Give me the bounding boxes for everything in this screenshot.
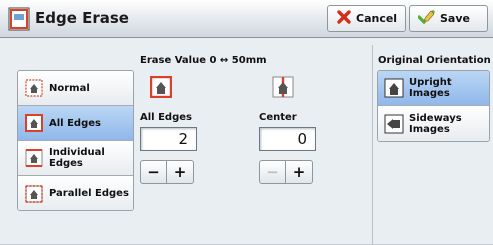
center-value-field[interactable]: 0 — [259, 127, 316, 151]
menu-item-label: Individual Edges — [49, 147, 105, 169]
all-edges-value-field[interactable]: 2 — [140, 127, 197, 151]
all-edges-stepper: − + — [140, 160, 195, 184]
orientation-upright-label: Upright Images — [409, 77, 452, 99]
orientation-options: Upright Images Sideways Images — [377, 70, 490, 142]
doc-frame-icon — [25, 79, 43, 97]
center-erase-icon — [272, 76, 294, 98]
all-edges-decrement-button[interactable]: − — [140, 160, 167, 184]
doc-frame-icon — [25, 184, 43, 203]
save-label: Save — [440, 12, 470, 25]
center-stepper: − + — [259, 160, 314, 184]
sideways-image-icon — [384, 114, 404, 134]
section-divider — [372, 45, 373, 245]
menu-item-label: Parallel Edges — [49, 188, 129, 199]
cancel-x-icon — [336, 9, 352, 28]
page-title: Edge Erase — [35, 9, 129, 27]
orientation-upright-button[interactable]: Upright Images — [378, 71, 489, 106]
orientation-label: Original Orientation — [378, 55, 491, 66]
menu-item-parallel-edges[interactable]: Parallel Edges — [18, 176, 133, 210]
save-check-icon — [417, 9, 436, 28]
erase-range-label: Erase Value 0 ↔ 50mm — [140, 55, 267, 66]
menu-item-all-edges[interactable]: All Edges — [18, 106, 133, 141]
cancel-label: Cancel — [356, 12, 398, 25]
menu-item-normal[interactable]: Normal — [18, 71, 133, 106]
center-label: Center — [259, 112, 297, 123]
doc-frame-icon — [25, 114, 43, 132]
upright-image-icon — [384, 78, 404, 98]
center-decrement-button[interactable]: − — [259, 160, 286, 184]
cancel-button[interactable]: Cancel — [327, 5, 406, 32]
orientation-sideways-button[interactable]: Sideways Images — [378, 106, 489, 141]
doc-frame-icon — [25, 149, 43, 167]
edge-erase-app-icon — [8, 7, 30, 31]
center-increment-button[interactable]: + — [286, 160, 313, 184]
all-edges-increment-button[interactable]: + — [167, 160, 194, 184]
menu-item-label: Normal — [49, 82, 90, 94]
title-bar: Edge Erase Cancel Save — [0, 0, 493, 38]
save-button[interactable]: Save — [409, 5, 488, 32]
edge-type-menu: Normal All Edges Individual Edges Parall… — [17, 70, 134, 211]
all-edges-label: All Edges — [140, 112, 192, 123]
orientation-sideways-label: Sideways Images — [409, 112, 462, 135]
menu-item-individual-edges[interactable]: Individual Edges — [18, 141, 133, 176]
all-edges-icon — [149, 75, 173, 99]
menu-item-label: All Edges — [49, 117, 101, 129]
